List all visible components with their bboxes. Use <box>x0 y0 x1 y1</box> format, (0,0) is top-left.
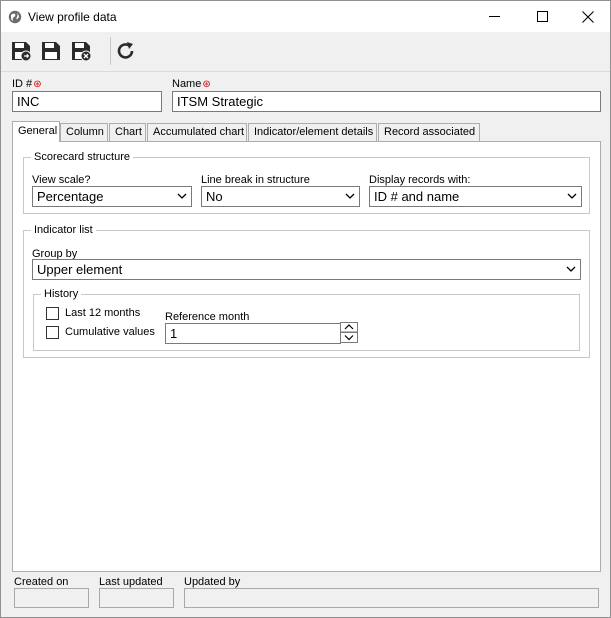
minimize-button[interactable] <box>471 1 517 32</box>
refresh-button[interactable] <box>113 38 139 64</box>
created-on-label: Created on <box>14 576 69 588</box>
scorecard-structure-legend: Scorecard structure <box>31 151 133 163</box>
required-icon: ⊛ <box>33 79 42 90</box>
chevron-down-icon <box>566 266 576 272</box>
maximize-icon <box>536 11 548 22</box>
cumulative-values-label: Cumulative values <box>65 326 155 338</box>
toolbar <box>1 32 610 72</box>
display-records-value: ID # and name <box>374 189 460 204</box>
chevron-down-icon <box>177 193 187 199</box>
profile-window: View profile data ID #⊛ INC Name⊛ ITSM S… <box>0 0 611 618</box>
group-by-select[interactable]: Upper element <box>32 259 581 280</box>
name-field[interactable]: ITSM Strategic <box>172 91 601 112</box>
reference-month-field[interactable]: 1 <box>165 323 341 344</box>
minimize-icon <box>488 16 500 17</box>
history-legend: History <box>41 288 82 300</box>
floppy-plus-icon <box>12 42 32 62</box>
view-scale-value: Percentage <box>37 189 104 204</box>
last-12-months-label: Last 12 months <box>65 307 141 319</box>
title-bar: View profile data <box>1 1 610 32</box>
id-field[interactable]: INC <box>12 91 162 112</box>
last-12-months-checkbox[interactable] <box>46 307 59 320</box>
display-records-select[interactable]: ID # and name <box>369 186 582 207</box>
toolbar-separator <box>110 37 111 65</box>
name-label: Name⊛ <box>172 78 211 90</box>
floppy-close-icon <box>72 42 92 62</box>
updated-by-label: Updated by <box>184 576 241 588</box>
tab-general[interactable]: General <box>12 121 60 142</box>
updated-by-field <box>184 588 599 608</box>
save-and-close-button[interactable] <box>68 38 94 64</box>
save-and-new-button[interactable] <box>8 38 34 64</box>
view-scale-select[interactable]: Percentage <box>32 186 192 207</box>
floppy-icon <box>42 42 60 60</box>
name-label-text: Name <box>172 78 202 90</box>
last-updated-label: Last updated <box>99 576 163 588</box>
created-on-field <box>14 588 89 608</box>
display-records-label: Display records with: <box>369 174 471 186</box>
indicator-list-legend: Indicator list <box>31 224 96 236</box>
tab-chart[interactable]: Chart <box>109 123 146 141</box>
refresh-icon <box>117 42 134 59</box>
cumulative-values-checkbox[interactable] <box>46 326 59 339</box>
id-label: ID #⊛ <box>12 78 42 90</box>
line-break-label: Line break in structure <box>201 174 310 186</box>
last-updated-field <box>99 588 174 608</box>
chevron-down-icon <box>345 193 355 199</box>
group-by-value: Upper element <box>37 262 123 277</box>
close-button[interactable] <box>565 1 611 32</box>
required-icon: ⊛ <box>202 79 211 90</box>
tab-indicator-element-details[interactable]: Indicator/element details <box>248 123 377 141</box>
save-button[interactable] <box>38 38 64 64</box>
view-scale-label: View scale? <box>32 174 91 186</box>
app-globe-icon <box>8 10 22 24</box>
tab-accumulated-chart[interactable]: Accumulated chart <box>147 123 247 141</box>
spin-down-icon[interactable] <box>340 332 358 343</box>
maximize-button[interactable] <box>519 1 565 32</box>
reference-month-label: Reference month <box>165 311 250 323</box>
close-icon <box>582 10 594 23</box>
id-label-text: ID # <box>12 78 33 90</box>
tab-column[interactable]: Column <box>60 123 108 141</box>
spin-up-icon[interactable] <box>340 322 358 332</box>
line-break-value: No <box>206 189 223 204</box>
reference-month-spinner[interactable] <box>340 322 358 343</box>
chevron-down-icon <box>567 193 577 199</box>
window-title: View profile data <box>28 10 117 24</box>
tab-record-associated[interactable]: Record associated <box>378 123 480 141</box>
line-break-select[interactable]: No <box>201 186 360 207</box>
general-tab-panel: Scorecard structure View scale? Percenta… <box>12 141 601 572</box>
